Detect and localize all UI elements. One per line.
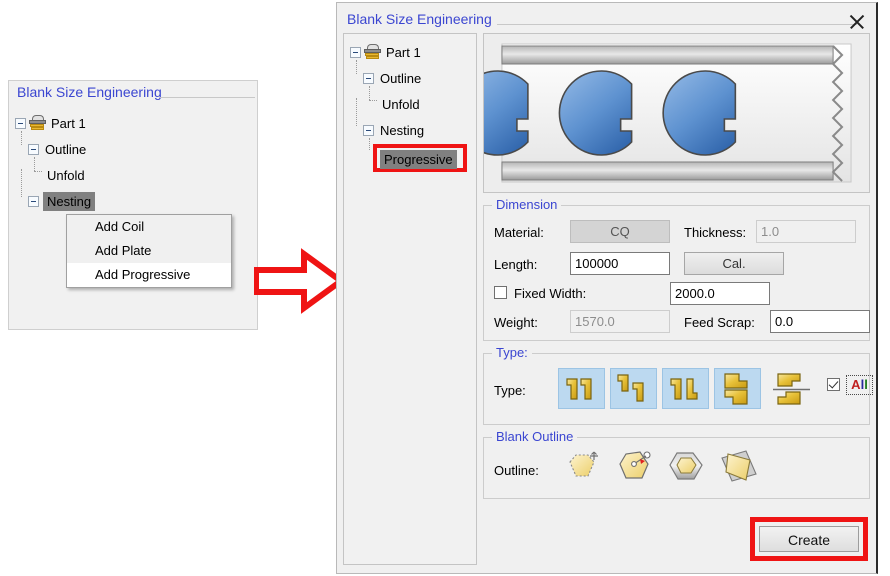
dimension-group: Dimension Material: CQ Thickness: 1.0 Le… bbox=[483, 197, 870, 341]
tree-label-part1: Part 1 bbox=[386, 45, 421, 60]
create-button[interactable]: Create bbox=[759, 526, 859, 552]
dimension-group-title: Dimension bbox=[492, 197, 562, 212]
dialog-part-tree[interactable]: Part 1 Outline Unfold Nesting Progressiv… bbox=[343, 33, 477, 565]
type-vertical-pair-icon[interactable] bbox=[714, 368, 761, 409]
expand-toggle-part1[interactable] bbox=[350, 47, 361, 58]
expand-toggle-nesting[interactable] bbox=[28, 196, 39, 207]
menu-item-add-plate[interactable]: Add Plate bbox=[67, 239, 231, 263]
tree-label-nesting[interactable]: Nesting bbox=[43, 192, 96, 211]
length-label: Length: bbox=[494, 257, 538, 272]
left-blank-size-panel: Blank Size Engineering Part 1 Outline Un… bbox=[8, 80, 258, 330]
tree-label-unfold: Unfold bbox=[47, 168, 85, 183]
tree-row-part1[interactable]: Part 1 bbox=[344, 40, 476, 66]
dialog-content: Dimension Material: CQ Thickness: 1.0 Le… bbox=[454, 33, 873, 565]
all-toggle-button[interactable]: All bbox=[846, 375, 873, 395]
type-group: Type: Type: All bbox=[483, 345, 873, 425]
material-value-button[interactable]: CQ bbox=[570, 220, 670, 243]
tree-label-part1: Part 1 bbox=[51, 116, 86, 131]
tree-label-nesting: Nesting bbox=[380, 123, 425, 138]
type-staggered-icon[interactable] bbox=[610, 368, 657, 409]
blank-outline-group: Blank Outline Outline: bbox=[483, 429, 870, 499]
tree-line bbox=[34, 171, 42, 172]
thickness-label: Thickness: bbox=[684, 225, 747, 240]
cal-button[interactable]: Cal. bbox=[684, 252, 784, 275]
close-icon[interactable] bbox=[846, 11, 868, 33]
type-two-up-icon[interactable] bbox=[558, 368, 605, 409]
outline-rotate-icon[interactable] bbox=[716, 448, 762, 486]
tree-row-unfold[interactable]: Unfold bbox=[9, 157, 257, 189]
part-stack-icon bbox=[364, 44, 381, 59]
length-input[interactable]: 100000 bbox=[570, 252, 670, 275]
outline-edit-node-icon[interactable] bbox=[612, 448, 658, 486]
dialog-title-divider bbox=[497, 24, 857, 25]
tree-label-progressive[interactable]: Progressive bbox=[380, 150, 457, 169]
left-panel-title: Blank Size Engineering bbox=[17, 84, 162, 100]
tree-line bbox=[21, 131, 22, 145]
tree-label-outline: Outline bbox=[45, 142, 87, 157]
expand-toggle-outline[interactable] bbox=[363, 73, 374, 84]
feed-scrap-label: Feed Scrap: bbox=[684, 315, 755, 330]
all-checkbox[interactable] bbox=[827, 378, 840, 391]
tree-row-outline[interactable]: Outline bbox=[344, 60, 476, 92]
tree-line bbox=[356, 60, 357, 74]
fixed-width-input[interactable]: 2000.0 bbox=[670, 282, 770, 305]
tree-label-unfold: Unfold bbox=[382, 97, 420, 112]
tree-line bbox=[369, 138, 370, 150]
type-mirrored-icon[interactable] bbox=[662, 368, 709, 409]
weight-label: Weight: bbox=[494, 315, 538, 330]
tree-line bbox=[369, 86, 370, 100]
type-row-label: Type: bbox=[494, 383, 526, 398]
tree-line bbox=[21, 169, 22, 197]
create-highlight-box: Create bbox=[750, 517, 868, 561]
dialog-title: Blank Size Engineering bbox=[347, 11, 492, 27]
type-group-title: Type: bbox=[492, 345, 532, 360]
fixed-width-label: Fixed Width: bbox=[514, 286, 587, 301]
tree-line bbox=[369, 100, 377, 101]
type-opposed-icon[interactable] bbox=[767, 368, 814, 409]
outline-offset-icon[interactable] bbox=[664, 448, 710, 486]
tree-row-unfold[interactable]: Unfold bbox=[344, 86, 476, 118]
blank-size-engineering-dialog: Blank Size Engineering Part 1 Outline Un… bbox=[336, 2, 878, 574]
tree-row-progressive[interactable]: Progressive bbox=[344, 138, 476, 172]
outline-move-icon[interactable] bbox=[560, 448, 606, 486]
outline-row-label: Outline: bbox=[494, 463, 539, 478]
right-arrow-icon bbox=[254, 248, 344, 314]
expand-toggle-outline[interactable] bbox=[28, 144, 39, 155]
nesting-strip-preview bbox=[454, 33, 870, 193]
feed-scrap-input[interactable]: 0.0 bbox=[770, 310, 870, 333]
tree-row-part1[interactable]: Part 1 bbox=[9, 111, 257, 137]
tree-row-outline[interactable]: Outline bbox=[9, 131, 257, 163]
tree-line bbox=[356, 98, 357, 126]
material-label: Material: bbox=[494, 225, 544, 240]
expand-toggle-part1[interactable] bbox=[15, 118, 26, 129]
menu-item-add-progressive[interactable]: Add Progressive bbox=[67, 263, 231, 287]
thickness-field: 1.0 bbox=[756, 220, 856, 243]
menu-item-add-coil[interactable]: Add Coil bbox=[67, 215, 231, 239]
weight-field: 1570.0 bbox=[570, 310, 670, 333]
tree-label-outline: Outline bbox=[380, 71, 422, 86]
fixed-width-checkbox[interactable] bbox=[494, 286, 507, 299]
left-title-divider bbox=[159, 97, 255, 98]
tree-line bbox=[34, 157, 35, 171]
expand-toggle-nesting[interactable] bbox=[363, 125, 374, 136]
tree-row-nesting[interactable]: Nesting bbox=[9, 169, 257, 215]
part-stack-icon bbox=[29, 115, 46, 130]
blank-outline-group-title: Blank Outline bbox=[492, 429, 578, 444]
tree-context-menu[interactable]: Add Coil Add Plate Add Progressive bbox=[66, 214, 232, 288]
tree-row-nesting[interactable]: Nesting bbox=[344, 98, 476, 144]
